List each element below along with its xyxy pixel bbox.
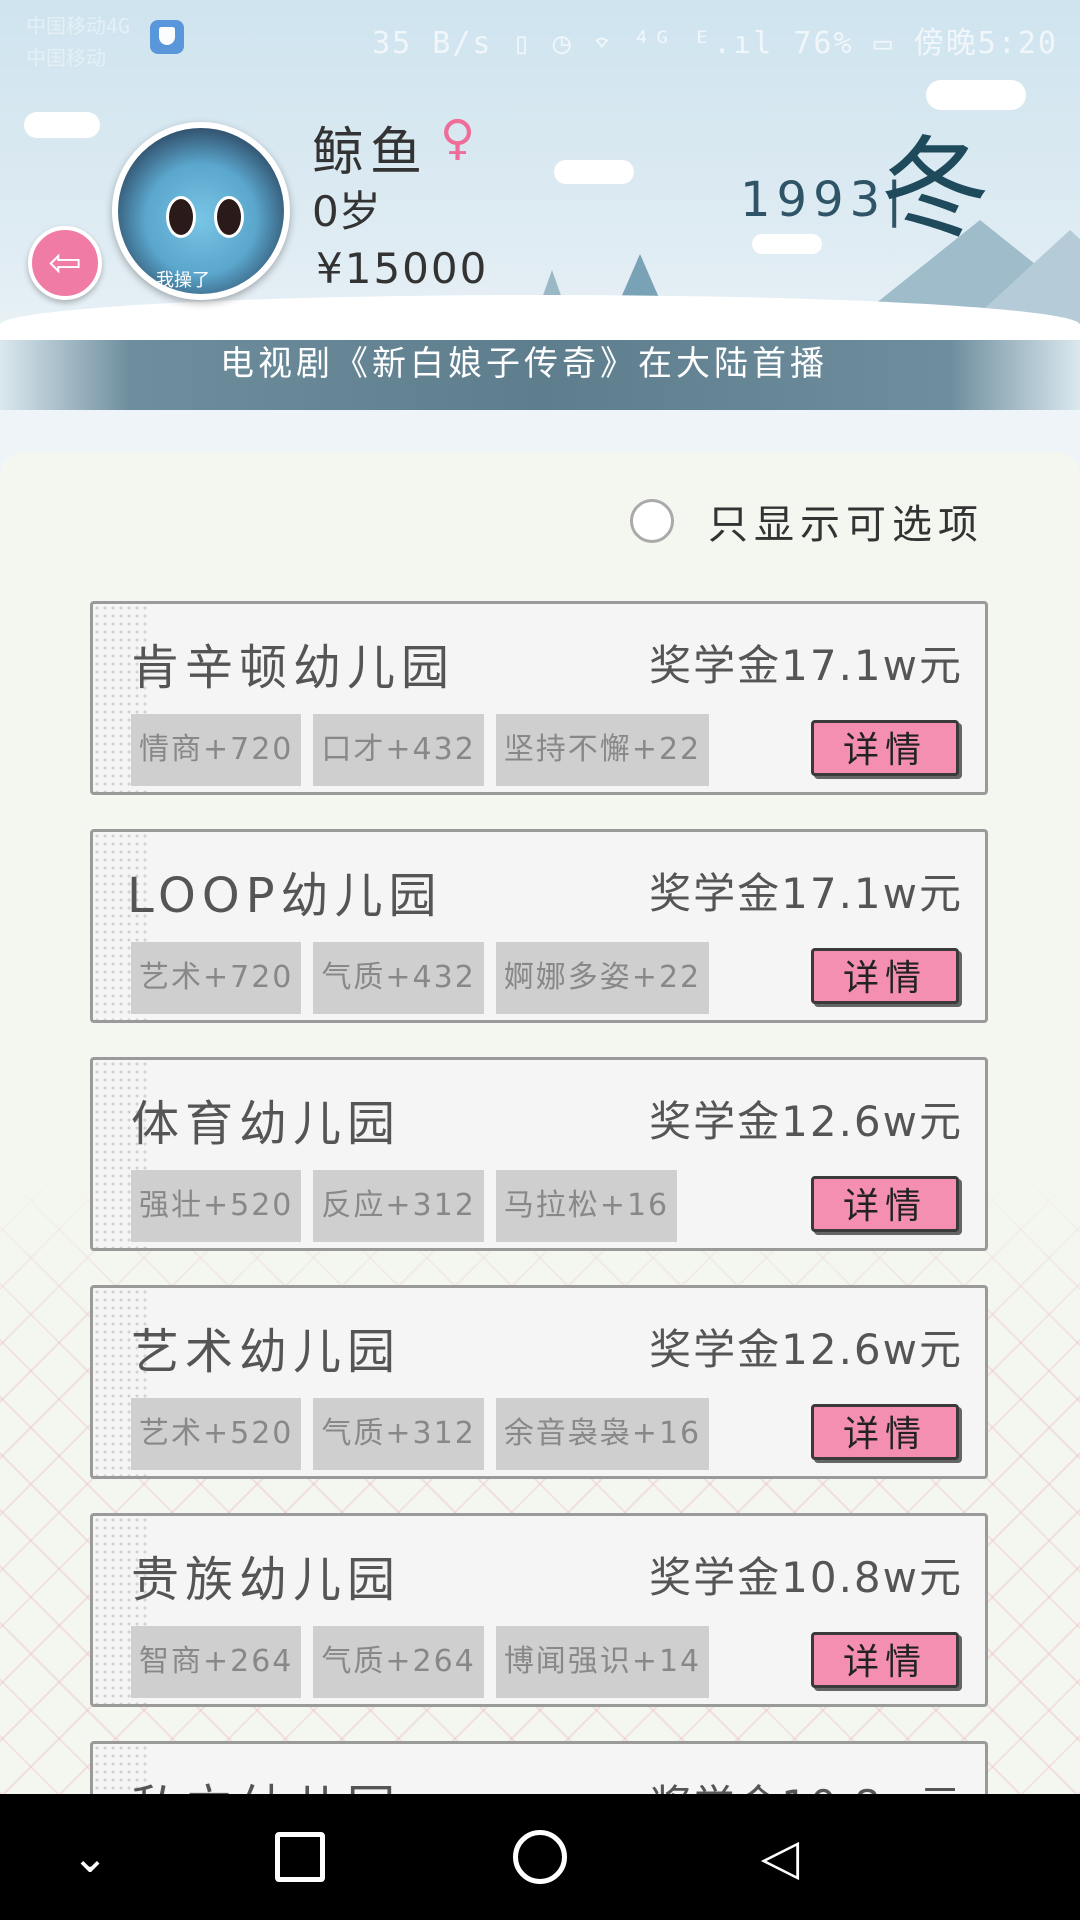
header: 中国移动4G 中国移动 35 B/s ▯ ◷ ⌔ ⁴ᴳ ᴱ.ıl 76% ▭ 傍… bbox=[0, 0, 1080, 340]
detail-button[interactable]: 详情 bbox=[811, 1632, 959, 1688]
carrier-label: 中国移动4G bbox=[26, 14, 131, 38]
school-title: 艺术幼儿园 bbox=[131, 1324, 402, 1380]
chevron-down-icon: ⌄ bbox=[71, 1831, 109, 1883]
school-card: 体育幼儿园 奖学金12.6w元 强壮+520 反应+312 马拉松+16 详情 bbox=[90, 1057, 988, 1251]
scholarship-amount: 奖学金17.1w元 bbox=[649, 641, 963, 690]
school-title: 私立幼儿园 bbox=[131, 1768, 401, 1794]
scholarship-amount: 奖学金10.8w元 bbox=[649, 1553, 963, 1602]
school-card: 艺术幼儿园 奖学金12.6w元 艺术+520 气质+312 余音袅袅+16 详情 bbox=[90, 1285, 988, 1479]
school-card: LOOP幼儿园 奖学金17.1w元 艺术+720 气质+432 婀娜多姿+22 … bbox=[90, 829, 988, 1023]
attribute-tags: 强壮+520 反应+312 马拉松+16 bbox=[131, 1170, 689, 1242]
attribute-tag: 反应+312 bbox=[313, 1170, 484, 1242]
recents-nav-button[interactable] bbox=[240, 1794, 360, 1920]
avatar-caption: 我操了 bbox=[156, 270, 210, 291]
back-arrow-icon: ⇦ bbox=[48, 240, 82, 286]
carrier-label: 中国移动 bbox=[26, 46, 106, 70]
detail-button[interactable]: 详情 bbox=[811, 1176, 959, 1232]
attribute-tag: 余音袅袅+16 bbox=[495, 1398, 710, 1470]
ticker-line: 电视剧《新白娘子传奇》在大陆首播 bbox=[220, 344, 828, 384]
attribute-tag: 强壮+520 bbox=[131, 1170, 302, 1242]
scholarship-amount: 奖学金12.6w元 bbox=[649, 1097, 963, 1146]
school-title: 体育幼儿园 bbox=[131, 1096, 402, 1152]
filter-label: 只显示可选项 bbox=[708, 502, 984, 548]
school-title: LOOP幼儿园 bbox=[127, 868, 443, 924]
attribute-tag: 马拉松+16 bbox=[495, 1170, 678, 1242]
cloud bbox=[752, 234, 822, 254]
school-list-panel[interactable]: 只显示可选项 肯辛顿幼儿园 奖学金17.1w元 情商+720 口才+432 坚持… bbox=[0, 452, 1080, 1794]
school-card: 贵族幼儿园 奖学金10.8w元 智商+264 气质+264 博闻强识+14 详情 bbox=[90, 1513, 988, 1707]
status-indicators: 35 B/s ▯ ◷ ⌔ ⁴ᴳ ᴱ.ıl 76% ▭ 傍晚5:20 bbox=[372, 26, 1058, 61]
home-nav-button[interactable] bbox=[480, 1794, 600, 1920]
radio-button[interactable] bbox=[630, 499, 674, 543]
pine-tree-icon bbox=[620, 254, 660, 300]
circle-icon bbox=[513, 1830, 567, 1884]
attribute-tag: 艺术+520 bbox=[131, 1398, 302, 1470]
triangle-back-icon: ◁ bbox=[760, 1828, 800, 1886]
filter-toggle[interactable]: 只显示可选项 bbox=[630, 492, 984, 550]
avatar-eye bbox=[214, 196, 244, 238]
status-bar: 中国移动4G 中国移动 35 B/s ▯ ◷ ⌔ ⁴ᴳ ᴱ.ıl 76% ▭ 傍… bbox=[0, 0, 1080, 76]
attribute-tag: 博闻强识+14 bbox=[495, 1626, 710, 1698]
detail-button[interactable]: 详情 bbox=[811, 948, 959, 1004]
square-icon bbox=[275, 1832, 325, 1882]
attribute-tags: 艺术+520 气质+312 余音袅袅+16 bbox=[131, 1398, 721, 1470]
cloud bbox=[926, 80, 1026, 110]
attribute-tag: 婀娜多姿+22 bbox=[495, 942, 710, 1014]
attribute-tag: 情商+720 bbox=[131, 714, 302, 786]
system-nav-bar: ⌄ ◁ bbox=[0, 1794, 1080, 1920]
school-card: 肯辛顿幼儿园 奖学金17.1w元 情商+720 口才+432 坚持不懈+22 详… bbox=[90, 601, 988, 795]
ticker-line: ... bbox=[320, 392, 364, 410]
attribute-tags: 艺术+720 气质+432 婀娜多姿+22 bbox=[131, 942, 721, 1014]
collapse-nav-button[interactable]: ⌄ bbox=[30, 1794, 150, 1920]
scholarship-amount: 奖学金10.8w元 bbox=[649, 1772, 963, 1794]
detail-button[interactable]: 详情 bbox=[811, 1404, 959, 1460]
back-button[interactable]: ⇦ bbox=[28, 226, 102, 300]
avatar-eye bbox=[166, 196, 196, 238]
back-nav-button[interactable]: ◁ bbox=[720, 1794, 840, 1920]
attribute-tag: 智商+264 bbox=[131, 1626, 302, 1698]
attribute-tag: 坚持不懈+22 bbox=[495, 714, 710, 786]
attribute-tag: 气质+432 bbox=[313, 942, 484, 1014]
attribute-tag: 气质+264 bbox=[313, 1626, 484, 1698]
player-name: 鲸鱼 bbox=[312, 123, 429, 183]
attribute-tag: 口才+432 bbox=[313, 714, 484, 786]
school-title: 肯辛顿幼儿园 bbox=[131, 640, 456, 696]
scholarship-amount: 奖学金17.1w元 bbox=[649, 869, 963, 918]
detail-button[interactable]: 详情 bbox=[811, 720, 959, 776]
player-money: ¥15000 bbox=[316, 244, 489, 293]
news-ticker: 电视剧《新白娘子传奇》在大陆首播 ... bbox=[0, 340, 1080, 410]
cloud bbox=[554, 160, 634, 184]
scholarship-amount: 奖学金12.6w元 bbox=[649, 1325, 963, 1374]
season-icon: 冬 bbox=[880, 125, 990, 253]
player-age: 0岁 bbox=[312, 187, 381, 236]
cloud bbox=[24, 112, 100, 138]
school-title: 贵族幼儿园 bbox=[131, 1552, 402, 1608]
attribute-tag: 艺术+720 bbox=[131, 942, 302, 1014]
shield-icon bbox=[150, 20, 184, 54]
attribute-tags: 智商+264 气质+264 博闻强识+14 bbox=[131, 1626, 721, 1698]
attribute-tag: 气质+312 bbox=[313, 1398, 484, 1470]
school-card: 私立幼儿园 奖学金10.8w元 详情 bbox=[90, 1741, 988, 1794]
avatar[interactable]: 我操了 bbox=[112, 122, 290, 300]
attribute-tags: 情商+720 口才+432 坚持不懈+22 bbox=[131, 714, 721, 786]
female-icon: ♀ bbox=[440, 110, 476, 166]
